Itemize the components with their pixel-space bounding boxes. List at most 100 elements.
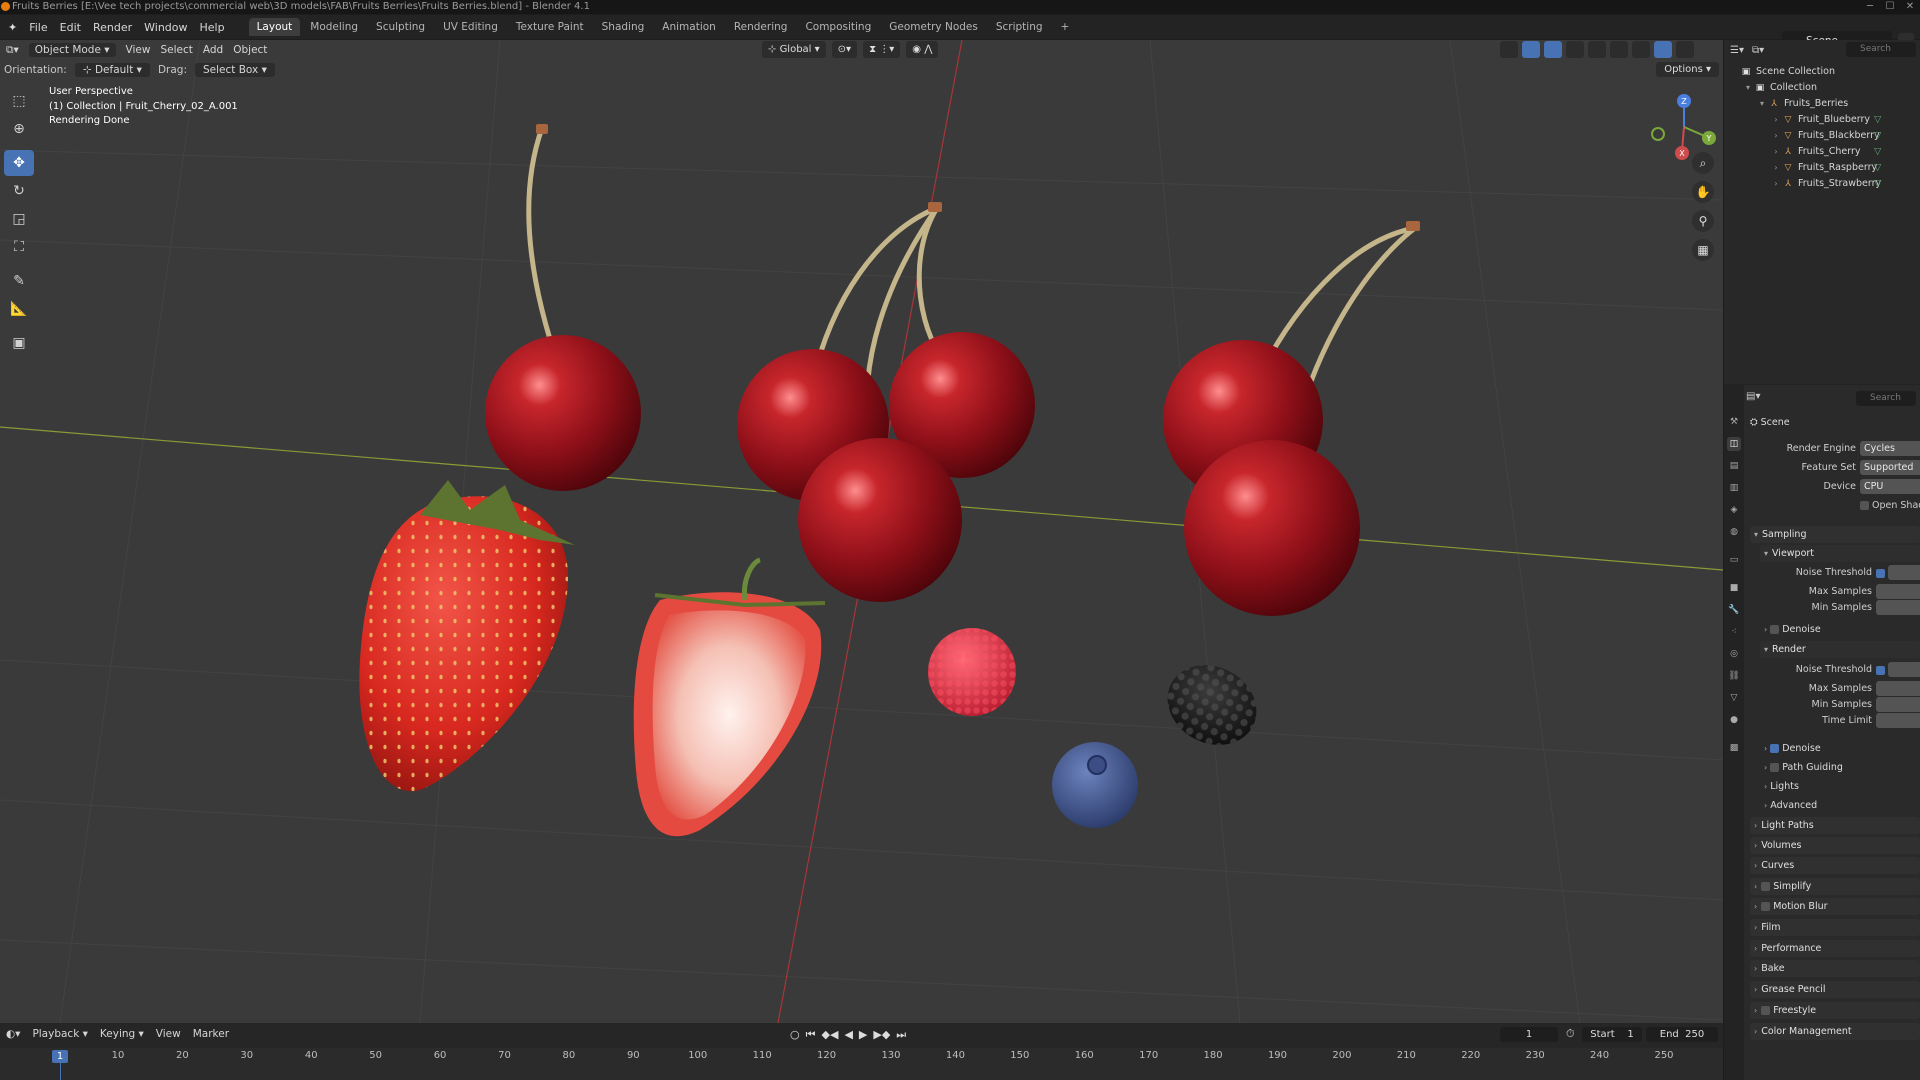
menu-render[interactable]: Render	[93, 21, 132, 34]
section-volumes[interactable]: › Volumes	[1750, 837, 1920, 854]
particles-tab-icon[interactable]: ⁖	[1727, 625, 1741, 639]
section-light-paths[interactable]: › Light Paths	[1750, 817, 1920, 834]
viewport-max-samples-field[interactable]	[1876, 584, 1920, 599]
tab-scripting[interactable]: Scripting	[988, 18, 1051, 36]
world-tab-icon[interactable]: ◍	[1727, 525, 1741, 539]
collection-tab-icon[interactable]: ▭	[1727, 553, 1741, 567]
next-keyframe-icon[interactable]: ▶◆	[873, 1028, 890, 1042]
3d-viewport[interactable]: ⧉▾ Object Mode ▾ View Select Add Object …	[0, 40, 1723, 1023]
scale-icon[interactable]: ◲	[4, 206, 34, 232]
transform-icon[interactable]: ⛶	[4, 234, 34, 260]
add-workspace-button[interactable]: +	[1053, 18, 1078, 36]
outliner-row[interactable]: › ⅄ Fruits_Cherry ▽	[1724, 144, 1881, 160]
path-guiding-checkbox[interactable]	[1770, 763, 1780, 772]
feature-set-dropdown[interactable]: Supported	[1860, 460, 1920, 475]
tab-uv-editing[interactable]: UV Editing	[435, 18, 506, 36]
path-guiding-subpanel[interactable]: › Path Guiding	[1764, 760, 1843, 776]
cherry-single[interactable]	[485, 124, 641, 491]
freestyle-checkbox[interactable]	[1761, 1006, 1771, 1015]
scene-tab-icon[interactable]: ◈	[1727, 503, 1741, 517]
section-color-management[interactable]: › Color Management	[1750, 1023, 1920, 1040]
outliner-editor-icon[interactable]: ☰▾	[1730, 45, 1744, 56]
close-icon[interactable]: ✕	[1902, 0, 1918, 14]
rendered-shading-icon[interactable]	[1654, 41, 1672, 58]
pan-hand-icon[interactable]: ✋	[1692, 181, 1714, 203]
menu-file[interactable]: File	[29, 21, 47, 34]
output-tab-icon[interactable]: ▤	[1727, 459, 1741, 473]
strawberry-half[interactable]	[633, 557, 826, 837]
tool-tab-icon[interactable]: ⚒	[1727, 415, 1741, 429]
tab-compositing[interactable]: Compositing	[797, 18, 879, 36]
visibility-icon[interactable]	[1500, 41, 1518, 58]
blackberry[interactable]	[1154, 650, 1271, 760]
camera-view-icon[interactable]: ⚲	[1692, 210, 1714, 232]
menu-view[interactable]: View	[126, 44, 151, 56]
tab-shading[interactable]: Shading	[594, 18, 653, 36]
expand-toggle-icon[interactable]: ›	[1770, 144, 1782, 160]
playhead-line[interactable]	[60, 1063, 61, 1080]
osl-checkbox[interactable]: Open Shading Language	[1860, 498, 1920, 514]
motion-blur-checkbox[interactable]	[1761, 902, 1771, 911]
maximize-icon[interactable]: ☐	[1882, 0, 1898, 14]
select-box-icon[interactable]: ⬚	[4, 88, 34, 114]
view-layer-tab-icon[interactable]: ▥	[1727, 481, 1741, 495]
rotate-icon[interactable]: ↻	[4, 178, 34, 204]
viewport-denoise-subpanel[interactable]: › Denoise	[1764, 622, 1821, 638]
tab-sculpting[interactable]: Sculpting	[368, 18, 433, 36]
section-grease-pencil[interactable]: › Grease Pencil	[1750, 981, 1920, 998]
simplify-checkbox[interactable]	[1761, 882, 1771, 891]
viewport-denoise-checkbox[interactable]	[1770, 625, 1780, 634]
outliner-row[interactable]: › ▽ Fruits_Blackberry ▽	[1724, 128, 1881, 144]
tab-rendering[interactable]: Rendering	[726, 18, 796, 36]
tab-geometry-nodes[interactable]: Geometry Nodes	[881, 18, 986, 36]
expand-toggle-icon[interactable]: ▾	[1756, 96, 1768, 112]
render-denoise-checkbox[interactable]	[1770, 744, 1780, 753]
outliner-row[interactable]: ▣ Scene Collection	[1724, 64, 1835, 80]
frame-ruler[interactable]: 1 10 20 30 40 50 60 70 80 90 100 110 120 130 140 150 160…	[0, 1048, 1723, 1080]
section-performance[interactable]: › Performance	[1750, 940, 1920, 957]
viewport-min-samples-field[interactable]	[1876, 600, 1920, 615]
viewport-noise-threshold-field[interactable]	[1888, 565, 1920, 580]
tab-texture-paint[interactable]: Texture Paint	[508, 18, 592, 36]
stopwatch-icon[interactable]: ⏱	[1566, 1027, 1575, 1041]
physics-tab-icon[interactable]: ◎	[1727, 647, 1741, 661]
section-motion-blur[interactable]: › Motion Blur	[1750, 898, 1920, 915]
playhead-frame-marker[interactable]: 1	[52, 1050, 68, 1063]
data-tab-icon[interactable]: ▽	[1727, 691, 1741, 705]
expand-toggle-icon[interactable]: ▾	[1742, 80, 1754, 96]
render-max-samples-field[interactable]	[1876, 681, 1920, 696]
proportional-edit-icon[interactable]: ◉ ⋀	[906, 41, 939, 58]
drag-dropdown[interactable]: Select Box ▾	[195, 63, 275, 77]
wireframe-shading-icon[interactable]	[1588, 41, 1606, 58]
device-dropdown[interactable]: CPU	[1860, 479, 1920, 494]
play-reverse-icon[interactable]: ◀	[844, 1028, 852, 1042]
zoom-icon[interactable]: ⌕	[1692, 152, 1714, 174]
section-viewport[interactable]: ▾ Viewport	[1760, 545, 1920, 562]
play-icon[interactable]: ▶	[859, 1028, 867, 1042]
options-dropdown[interactable]: Options ▾	[1656, 62, 1719, 77]
prev-keyframe-icon[interactable]: ◆◀	[822, 1028, 839, 1042]
annotate-icon[interactable]: ✎	[4, 268, 34, 294]
add-cube-icon[interactable]: ▣	[4, 330, 34, 356]
outliner-row[interactable]: › ⅄ Fruits_Strawberry ▽	[1724, 176, 1881, 192]
minimize-icon[interactable]: ─	[1862, 0, 1878, 14]
section-bake[interactable]: › Bake	[1750, 960, 1920, 977]
outliner-display-mode-icon[interactable]: ⧉▾	[1752, 45, 1764, 56]
editor-type-icon[interactable]: ⧉▾	[6, 44, 19, 57]
ortho-grid-icon[interactable]: ▦	[1692, 239, 1714, 261]
render-tab-icon[interactable]: ◫	[1727, 437, 1741, 451]
expand-toggle-icon[interactable]: ›	[1770, 112, 1782, 128]
expand-toggle-icon[interactable]: ›	[1770, 160, 1782, 176]
menu-add[interactable]: Add	[203, 44, 223, 56]
tab-layout[interactable]: Layout	[248, 18, 301, 36]
viewport-noise-threshold-checkbox[interactable]	[1876, 569, 1885, 578]
snap-icon[interactable]: ⧗ ⋮▾	[863, 41, 901, 58]
advanced-subpanel[interactable]: › Advanced	[1764, 798, 1817, 814]
measure-icon[interactable]: 📐	[4, 296, 34, 322]
cursor-icon[interactable]: ⊕	[4, 116, 34, 142]
end-frame-field[interactable]: End 250	[1646, 1027, 1718, 1042]
outliner-row[interactable]: ▾ ⅄ Fruits_Berries	[1724, 96, 1848, 112]
transform-orientation-dropdown[interactable]: ⊹ Global ▾	[762, 41, 826, 58]
pivot-icon[interactable]: ⊙▾	[831, 41, 858, 58]
object-mode-dropdown[interactable]: Object Mode ▾	[28, 43, 116, 57]
